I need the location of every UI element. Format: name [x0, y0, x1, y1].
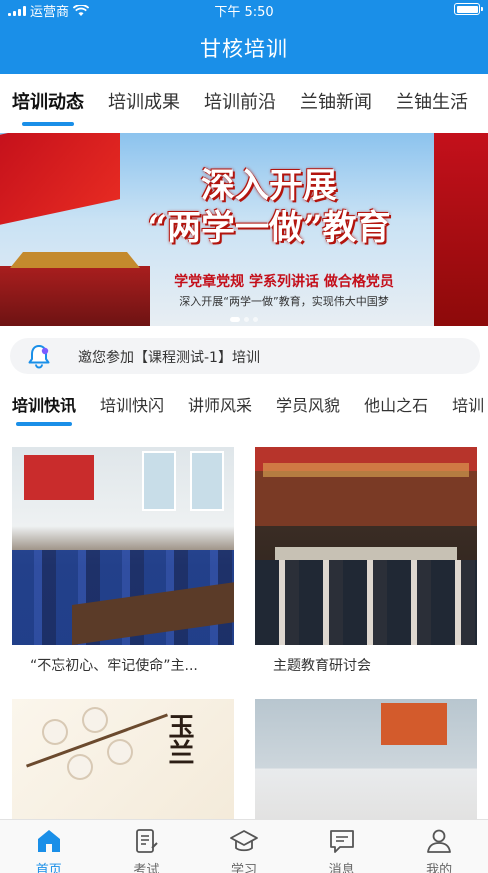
subtab-training-flash[interactable]: 培训快讯 [0, 384, 88, 428]
banner-caption: 深入开展“两学一做”教育，实现伟大中国梦 [179, 295, 389, 308]
subtab-other-experience[interactable]: 他山之石 [352, 384, 440, 428]
nav-label: 学习 [230, 863, 257, 873]
tab-company-life[interactable]: 兰铀生活 [384, 74, 480, 132]
news-card-title: 主题教育研讨会 [273, 658, 371, 674]
nav-label: 消息 [328, 863, 355, 873]
tab-company-news[interactable]: 兰铀新闻 [288, 74, 384, 132]
banner-subtitle: 学党章党规 学系列讲话 做合格党员 [174, 274, 394, 290]
exam-icon [136, 829, 159, 853]
nav-label: 我的 [426, 863, 453, 873]
banner-carousel[interactable]: 深入开展 “两学一做”教育 学党章党规 学系列讲话 做合格党员 深入开展“两学一… [0, 133, 488, 326]
message-icon [329, 830, 354, 853]
banner-headline-line2: “两学一做”教育 [147, 208, 391, 248]
graduation-cap-icon [230, 830, 258, 852]
sub-tab-bar: 培训快讯 培训快闪 讲师风采 学员风貌 他山之石 培训 [0, 384, 488, 428]
bottom-nav: 首页 考试 学习 消息 我的 [0, 819, 488, 873]
banner-headline: 深入开展 “两学一做”教育 [110, 165, 428, 249]
home-icon [37, 830, 60, 852]
page-title: 甘核培训 [200, 37, 288, 61]
nav-profile[interactable]: 我的 [390, 820, 488, 873]
pillar-image [434, 133, 488, 326]
battery-icon [454, 3, 483, 15]
status-bar: 运营商 下午 5:50 [0, 0, 488, 20]
nav-label: 首页 [35, 863, 62, 873]
news-card-title: “不忘初心、牢记使命”主... [30, 658, 198, 674]
user-icon [427, 829, 452, 853]
bell-icon [28, 345, 50, 369]
tab-training-results[interactable]: 培训成果 [96, 74, 192, 132]
app-header: 运营商 下午 5:50 甘核培训 [0, 0, 488, 74]
tab-training-news[interactable]: 培训动态 [0, 74, 96, 132]
news-card-image [255, 447, 477, 645]
news-card[interactable]: “不忘初心、牢记使命”主... [12, 447, 234, 675]
subtab-students[interactable]: 学员风貌 [264, 384, 352, 428]
subtab-more[interactable]: 培训 [440, 384, 488, 428]
tiananmen-image [0, 266, 150, 326]
news-card[interactable]: 主题教育研讨会 [255, 447, 477, 675]
subtab-lecturers[interactable]: 讲师风采 [176, 384, 264, 428]
party-flag-image [0, 133, 120, 227]
status-time: 下午 5:50 [214, 5, 274, 20]
subtab-training-flashmob[interactable]: 培训快闪 [88, 384, 176, 428]
notice-bar[interactable]: 邀您参加【课程测试-1】培训 [10, 338, 480, 374]
top-tab-bar: 培训动态 培训成果 培训前沿 兰铀新闻 兰铀生活 [0, 74, 488, 132]
carousel-indicator [230, 317, 258, 322]
nav-exam[interactable]: 考试 [98, 820, 196, 873]
nav-study[interactable]: 学习 [195, 820, 293, 873]
nav-messages[interactable]: 消息 [293, 820, 391, 873]
poster-calligraphy: 玉兰 [164, 713, 194, 765]
notice-text: 邀您参加【课程测试-1】培训 [78, 350, 260, 366]
news-card-image [12, 447, 234, 645]
banner-headline-line1: 深入开展 [201, 166, 337, 206]
nav-home[interactable]: 首页 [0, 820, 98, 873]
tab-training-frontier[interactable]: 培训前沿 [192, 74, 288, 132]
nav-label: 考试 [133, 863, 160, 873]
